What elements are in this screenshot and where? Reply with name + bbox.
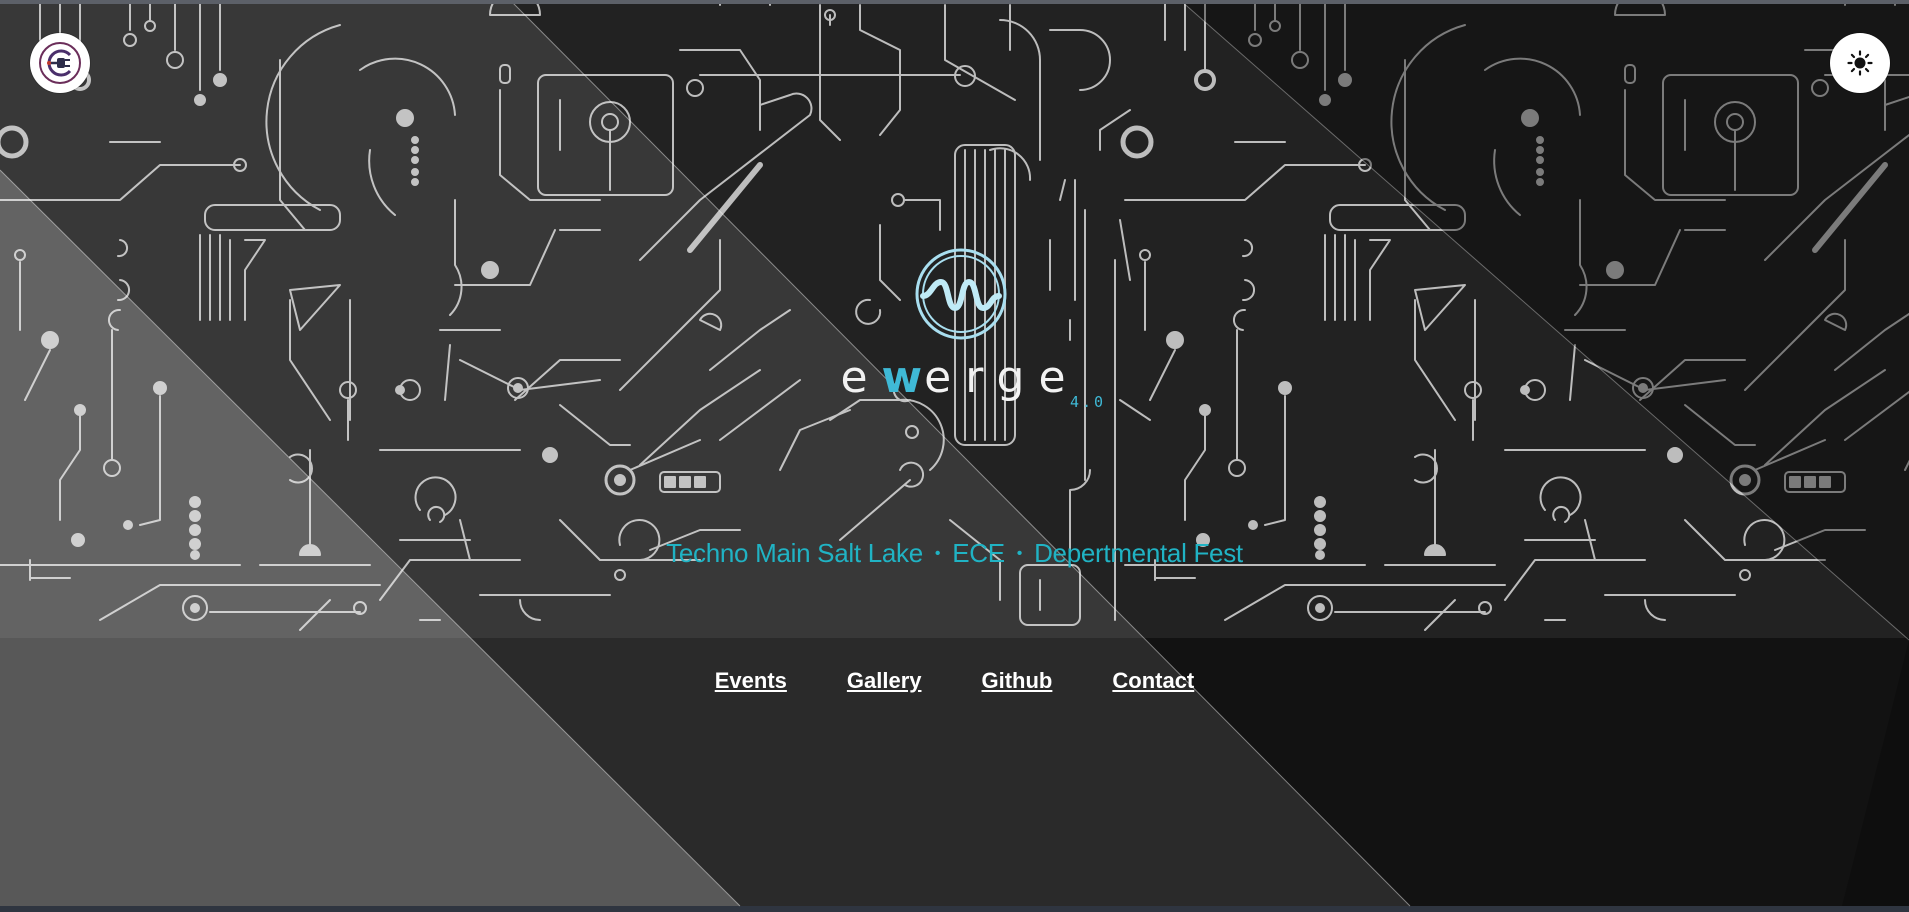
nav-link-gallery[interactable]: Gallery bbox=[847, 668, 922, 694]
tagline-separator: • bbox=[934, 545, 941, 562]
wordmark-highlight: w bbox=[881, 352, 925, 403]
top-border bbox=[0, 0, 1909, 4]
nav-link-contact[interactable]: Contact bbox=[1112, 668, 1194, 694]
version-label: 4.0 bbox=[1070, 393, 1107, 411]
page: e w erge 4.0 Techno Main Salt Lake • ECE • Dep… bbox=[0, 0, 1909, 912]
sun-icon bbox=[1847, 50, 1873, 76]
nav-link-github[interactable]: Github bbox=[982, 668, 1053, 694]
tagline-institute: Techno Main Salt Lake bbox=[666, 538, 923, 568]
main-nav: Events Gallery Github Contact bbox=[0, 668, 1909, 694]
wordmark-part: erge bbox=[924, 352, 1080, 403]
home-logo-button[interactable] bbox=[30, 33, 90, 93]
tagline-department: ECE bbox=[952, 538, 1005, 568]
tagline-fest: Depertmental Fest bbox=[1034, 538, 1243, 568]
emerge-brand: e w erge 4.0 bbox=[820, 246, 1103, 416]
hero-circuit-background bbox=[0, 0, 1909, 912]
tagline: Techno Main Salt Lake • ECE • Depertmental F… bbox=[0, 538, 1909, 569]
nav-link-events[interactable]: Events bbox=[715, 668, 787, 694]
tagline-separator: • bbox=[1016, 545, 1023, 562]
theme-toggle-button[interactable] bbox=[1830, 33, 1890, 93]
emerge-wordmark: e w erge bbox=[820, 350, 1100, 400]
plug-logo-icon bbox=[39, 42, 81, 84]
wordmark-part: e bbox=[840, 352, 882, 403]
emerge-wave-logo-icon bbox=[915, 248, 1007, 340]
